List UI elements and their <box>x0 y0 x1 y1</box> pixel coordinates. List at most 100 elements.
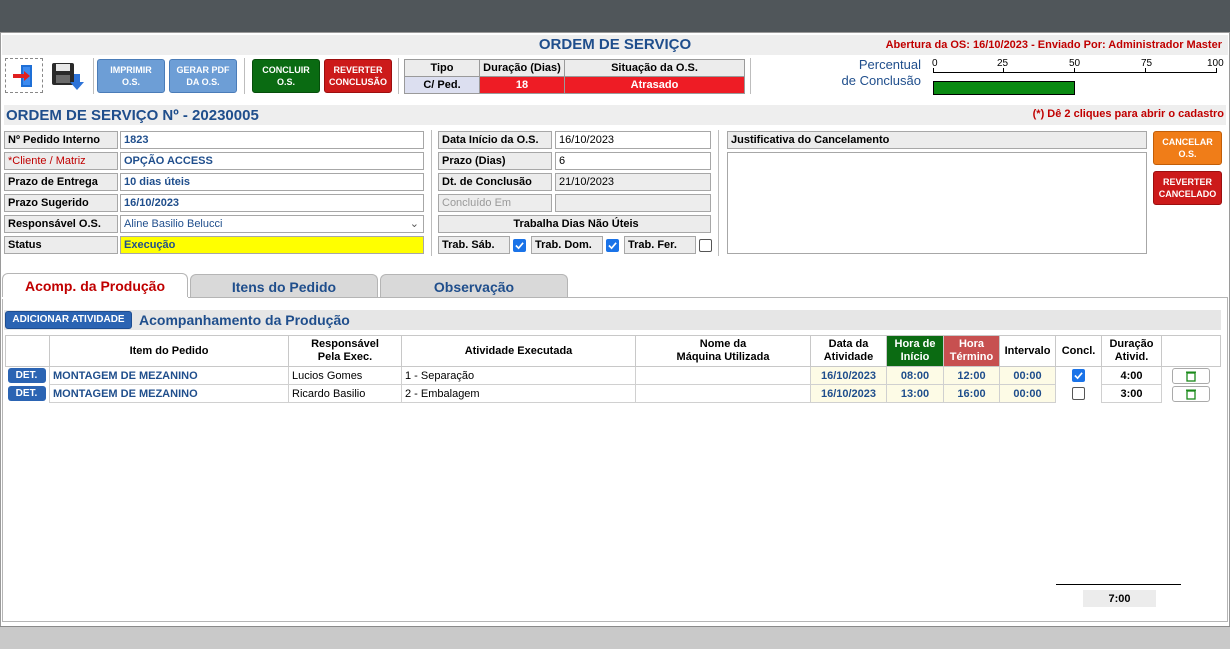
row-atividade[interactable]: 1 - Separação <box>401 366 636 385</box>
row-data[interactable]: 16/10/2023 <box>810 366 887 385</box>
conclude-os-button[interactable]: CONCLUIR O.S. <box>252 59 320 93</box>
total-duration: 7:00 <box>1083 590 1156 607</box>
delete-button[interactable] <box>1172 367 1211 384</box>
revert-conclusion-button[interactable]: REVERTER CONCLUSÃO <box>324 59 392 93</box>
delete-button[interactable] <box>1172 385 1211 402</box>
tab-itens-pedido[interactable]: Itens do Pedido <box>190 274 378 298</box>
progress-bar-fill <box>933 81 1075 95</box>
field-divider <box>718 130 719 256</box>
save-icon[interactable] <box>47 58 89 93</box>
dom-checkbox[interactable] <box>606 239 619 252</box>
col-det-header <box>5 335 50 367</box>
col-data-header: Data da Atividade <box>810 335 887 367</box>
responsavel-label: Responsável O.S. <box>4 215 118 233</box>
window-titlebar <box>0 0 1230 32</box>
det-button[interactable]: DET. <box>7 368 46 384</box>
check-icon <box>608 242 617 250</box>
prazo-sugerido-field[interactable]: 16/10/2023 <box>120 194 424 212</box>
inicio-label: Data Início da O.S. <box>438 131 552 149</box>
row-concl-checkbox[interactable] <box>1072 387 1085 400</box>
row-atividade[interactable]: 2 - Embalagem <box>401 384 636 403</box>
row-data[interactable]: 16/10/2023 <box>810 384 887 403</box>
page-title: ORDEM DE SERVIÇO <box>538 36 692 53</box>
prazo-dias-label: Prazo (Dias) <box>438 152 552 170</box>
status-label: Status <box>4 236 118 254</box>
col-responsavel-header: Responsável Pela Exec. <box>288 335 402 367</box>
row-responsavel[interactable]: Ricardo Basilio <box>288 384 402 403</box>
concluido-label: Concluído Em <box>438 194 552 212</box>
tab-observacao[interactable]: Observação <box>380 274 568 298</box>
justificativa-textarea[interactable] <box>727 152 1147 254</box>
col-atividade-header: Atividade Executada <box>401 335 636 367</box>
progress-axis-tick <box>933 68 934 73</box>
total-divider <box>1056 584 1181 585</box>
row-termino[interactable]: 16:00 <box>943 384 1000 403</box>
production-section-title: Acompanhamento da Produção <box>139 312 350 328</box>
status-value: Atrasado <box>564 76 745 94</box>
col-maquina-header: Nome da Máquina Utilizada <box>635 335 811 367</box>
row-duracao: 4:00 <box>1101 366 1162 385</box>
revert-cancel-button[interactable]: REVERTER CANCELADO <box>1153 171 1222 205</box>
exit-icon[interactable] <box>5 58 43 93</box>
conclusao-label: Dt. de Conclusão <box>438 173 552 191</box>
os-number-title: ORDEM DE SERVIÇO Nº - 20230005 <box>6 107 259 124</box>
cancel-os-button[interactable]: CANCELAR O.S. <box>1153 131 1222 165</box>
responsavel-select-value: Aline Basilio Belucci <box>124 218 223 230</box>
chevron-down-icon[interactable]: ⌄ <box>410 217 419 230</box>
sab-label: Trab. Sáb. <box>438 236 510 254</box>
cliente-field[interactable]: OPÇÃO ACCESS <box>120 152 424 170</box>
duration-value: 18 <box>479 76 565 94</box>
status-field[interactable]: Execução <box>120 236 424 254</box>
row-maquina[interactable] <box>635 366 811 385</box>
prazo-dias-field[interactable]: 6 <box>555 152 711 170</box>
bottom-status-bar <box>0 626 1230 649</box>
status-header: Situação da O.S. <box>564 59 745 77</box>
row-intervalo[interactable]: 00:00 <box>999 366 1056 385</box>
active-tab-joint <box>2 297 188 299</box>
pedido-field[interactable]: 1823 <box>120 131 424 149</box>
justificativa-label: Justificativa do Cancelamento <box>727 131 1147 149</box>
row-intervalo[interactable]: 00:00 <box>999 384 1056 403</box>
row-item[interactable]: MONTAGEM DE MEZANINO <box>49 384 289 403</box>
col-item-header: Item do Pedido <box>49 335 289 367</box>
production-table: Item do Pedido Responsável Pela Exec. At… <box>5 335 1221 403</box>
summary-table: Tipo Duração (Dias) Situação da O.S. C/ … <box>404 59 745 94</box>
progress-axis-tick <box>1074 68 1075 73</box>
row-responsavel[interactable]: Lucios Gomes <box>288 366 402 385</box>
table-row: DET. MONTAGEM DE MEZANINO Ricardo Basili… <box>6 384 1221 403</box>
fer-checkbox[interactable] <box>699 239 712 252</box>
trash-icon <box>1186 389 1197 400</box>
row-maquina[interactable] <box>635 384 811 403</box>
progress-label-line2: de Conclusão <box>841 73 922 88</box>
conclusao-field: 21/10/2023 <box>555 173 711 191</box>
col-concl-header: Concl. <box>1055 335 1102 367</box>
tab-acomp-producao[interactable]: Acomp. da Produção <box>2 273 188 298</box>
field-divider <box>431 130 432 256</box>
progress-tick-75: 75 <box>1141 58 1153 69</box>
sab-checkbox[interactable] <box>513 239 526 252</box>
row-inicio[interactable]: 08:00 <box>886 366 944 385</box>
progress-axis-tick <box>1216 68 1217 73</box>
print-button[interactable]: IMPRIMIR O.S. <box>97 59 165 93</box>
opened-info: Abertura da OS: 16/10/2023 - Enviado Por… <box>885 39 1222 51</box>
row-concl-checkbox[interactable] <box>1072 369 1085 383</box>
inicio-field[interactable]: 16/10/2023 <box>555 131 711 149</box>
toolbar-divider <box>244 58 245 94</box>
duration-header: Duração (Dias) <box>479 59 565 77</box>
cliente-label[interactable]: *Cliente / Matriz <box>4 152 118 170</box>
row-duracao: 3:00 <box>1101 384 1162 403</box>
responsavel-select[interactable]: Aline Basilio Belucci ⌄ <box>120 215 424 233</box>
toolbar-divider <box>750 58 751 94</box>
row-item[interactable]: MONTAGEM DE MEZANINO <box>49 366 289 385</box>
table-row: DET. MONTAGEM DE MEZANINO Lucios Gomes 1… <box>6 366 1221 385</box>
generate-pdf-button[interactable]: GERAR PDF DA O.S. <box>169 59 237 93</box>
prazo-entrega-field[interactable]: 10 dias úteis <box>120 173 424 191</box>
table-header-row: Item do Pedido Responsável Pela Exec. At… <box>5 335 1221 367</box>
row-inicio[interactable]: 13:00 <box>886 384 944 403</box>
det-button[interactable]: DET. <box>7 386 46 401</box>
dom-label: Trab. Dom. <box>531 236 603 254</box>
add-activity-button[interactable]: ADICIONAR ATIVIDADE <box>5 311 132 329</box>
fer-label: Trab. Fer. <box>624 236 696 254</box>
row-termino[interactable]: 12:00 <box>943 366 1000 385</box>
col-intervalo-header: Intervalo <box>999 335 1056 367</box>
